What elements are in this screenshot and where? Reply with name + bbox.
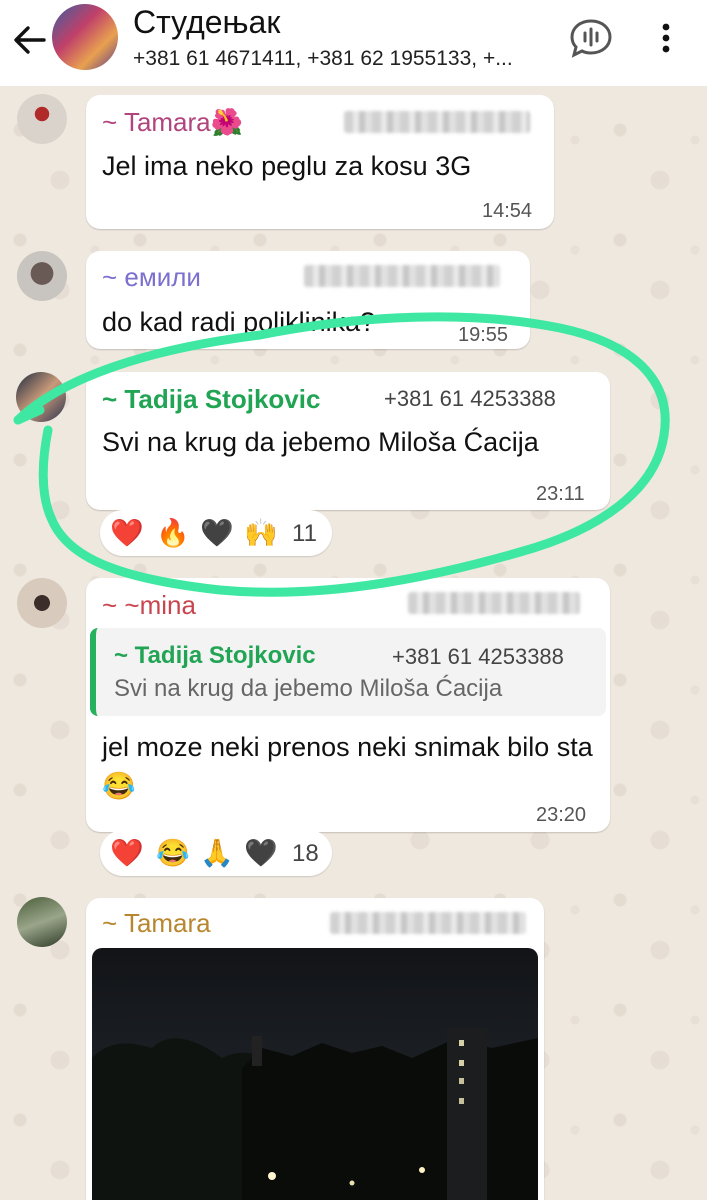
redacted-phone	[304, 265, 500, 287]
message-text: Jel ima neko peglu za kosu 3G	[102, 151, 472, 181]
reactions-bar[interactable]: ❤️ 🔥 🖤 🙌 11	[100, 510, 332, 556]
message-time: 23:11	[536, 483, 585, 505]
message-text: jel moze neki prenos neki snimak bilo st…	[102, 732, 593, 801]
voice-chat-icon[interactable]	[568, 18, 614, 58]
redacted-phone	[330, 912, 526, 934]
reaction-black-heart: 🖤	[244, 838, 278, 868]
message-bubble[interactable]: ~ ~mina ~ Tadija Stojkovic +381 61 42533…	[86, 578, 610, 832]
sender-phone: +381 61 4253388	[384, 386, 556, 411]
reaction-folded-hands: 🙏	[200, 838, 234, 868]
quoted-sender: ~ Tadija Stojkovic	[114, 642, 316, 669]
photo-attachment[interactable]	[92, 948, 538, 1200]
message-bubble[interactable]: ~ Tadija Stojkovic +381 61 4253388 Svi n…	[86, 372, 610, 510]
redacted-phone	[344, 111, 530, 133]
sender-name[interactable]: ~ ~mina	[102, 590, 196, 621]
message-bubble[interactable]: ~ Tamara🌺 Jel ima neko peglu za kosu 3G …	[86, 95, 554, 229]
sender-name[interactable]: ~ Tamara🌺	[102, 107, 243, 138]
redacted-phone	[408, 592, 580, 614]
message-time: 23:20	[536, 804, 587, 826]
sender-name[interactable]: ~ Tamara	[102, 908, 211, 939]
quoted-phone: +381 61 4253388	[392, 644, 564, 669]
chat-participants[interactable]: +381 61 4671411, +381 62 1955133, +...	[133, 47, 513, 71]
avatar[interactable]	[17, 578, 67, 628]
avatar[interactable]	[16, 372, 66, 422]
reaction-raising-hands: 🙌	[244, 518, 278, 548]
quoted-message[interactable]: ~ Tadija Stojkovic +381 61 4253388 Svi n…	[90, 628, 606, 716]
message-text: Svi na krug da jebemo Miloša Ćacija	[102, 427, 539, 457]
chat-title[interactable]: Студењак	[133, 4, 280, 41]
sender-name[interactable]: ~ Tadija Stojkovic	[102, 384, 320, 415]
group-avatar[interactable]	[52, 4, 118, 70]
message-bubble[interactable]: ~ Tamara	[86, 898, 544, 1200]
reaction-count: 11	[292, 520, 317, 547]
message-time: 14:54	[482, 200, 533, 222]
chat-header: Студењак +381 61 4671411, +381 62 195513…	[0, 0, 707, 86]
reaction-laughing: 😂	[156, 838, 190, 868]
reaction-heart: ❤️	[110, 838, 144, 868]
reaction-fire: 🔥	[156, 518, 190, 548]
more-options-icon[interactable]	[654, 18, 678, 58]
avatar[interactable]	[17, 251, 67, 301]
quoted-text: Svi na krug da jebemo Miloša Ćacija	[114, 675, 503, 702]
reactions-bar[interactable]: ❤️ 😂 🙏 🖤 18	[100, 830, 332, 876]
avatar[interactable]	[17, 94, 67, 144]
message-bubble[interactable]: ~ емили do kad radi poliklinika? 19:55	[86, 251, 530, 349]
reaction-black-heart: 🖤	[200, 518, 234, 548]
reaction-count: 18	[292, 840, 319, 867]
back-arrow-icon[interactable]	[10, 22, 50, 58]
reaction-heart: ❤️	[110, 518, 144, 548]
avatar[interactable]	[17, 897, 67, 947]
message-time: 19:55	[458, 324, 509, 346]
sender-name[interactable]: ~ емили	[102, 262, 201, 293]
message-text: do kad radi poliklinika?	[102, 307, 376, 337]
